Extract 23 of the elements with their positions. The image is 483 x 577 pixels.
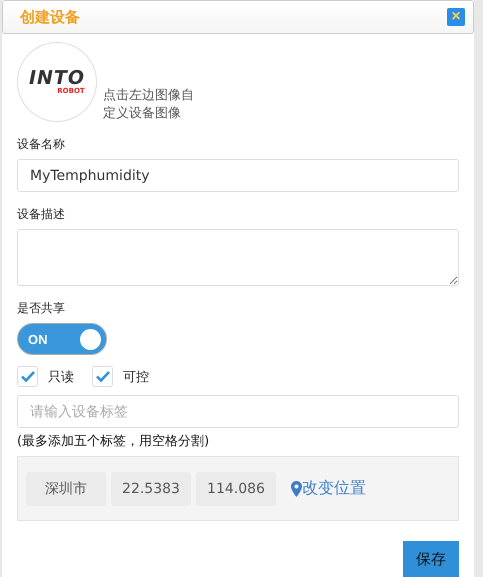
dialog-title: 创建设备	[20, 8, 80, 26]
checkbox[interactable]	[17, 366, 38, 387]
change-location-link[interactable]: 改变位置	[291, 478, 366, 499]
location-pin-icon	[291, 480, 302, 496]
check-icon	[20, 371, 34, 382]
avatar-hint: 点击左边图像自定义设备图像	[103, 87, 195, 123]
checkbox[interactable]	[92, 366, 113, 387]
checkbox-label: 只读	[48, 368, 74, 386]
city-field: 深圳市	[26, 472, 106, 506]
device-name-field[interactable]: MyTemphumidity	[17, 159, 459, 192]
tag-input-field[interactable]: 请输入设备标签	[17, 395, 459, 428]
latitude-field: 22.5383	[111, 472, 191, 506]
save-button[interactable]: 保存	[403, 541, 459, 577]
tag-hint: (最多添加五个标签，用空格分割)	[17, 433, 210, 450]
share-label: 是否共享	[17, 300, 66, 317]
check-icon	[96, 371, 110, 382]
longitude-field: 114.086	[196, 472, 276, 506]
field-label: 设备名称	[17, 136, 66, 153]
logo-text: INTO	[28, 69, 86, 87]
checkbox-label: 可控	[123, 368, 149, 386]
share-toggle[interactable]: ON	[17, 323, 107, 355]
field-label: 设备描述	[17, 206, 66, 223]
description-field[interactable]	[17, 229, 459, 286]
